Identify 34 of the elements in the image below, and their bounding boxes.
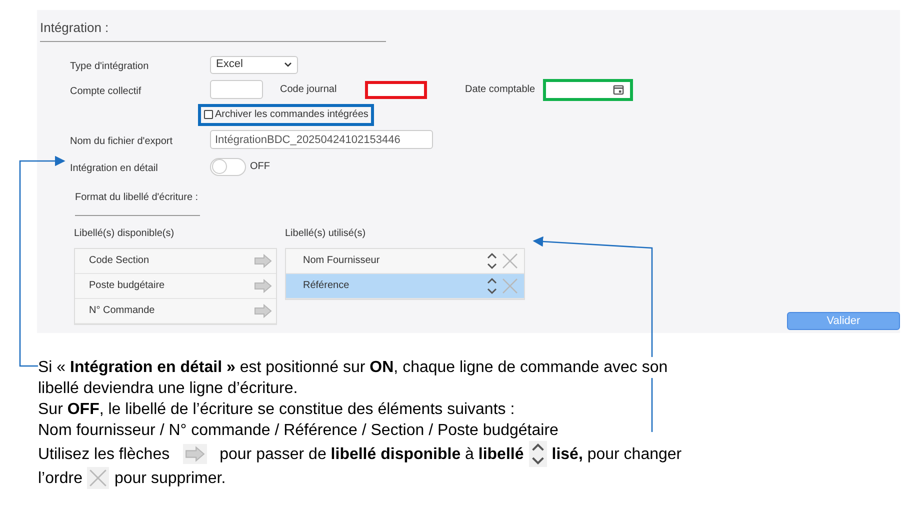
note-text: libellé deviendra une ligne d’écriture. — [38, 378, 298, 399]
chevron-down-icon — [284, 62, 292, 67]
arrow-right-icon — [254, 304, 272, 318]
field-label: Intégration en détail — [70, 162, 158, 174]
field-label: Date comptable — [465, 83, 536, 97]
note-text: Si « Intégration en détail » est positionné sur ON, chaque ligne de commande avec son — [38, 357, 668, 378]
up-down-icon[interactable] — [486, 250, 498, 270]
available-label-item[interactable]: Poste budgétaire — [75, 274, 276, 298]
field-label: Archiver les commandes intégrées — [215, 108, 368, 122]
checkbox[interactable] — [204, 110, 213, 119]
field-label: Compte collectif — [70, 86, 142, 96]
export-file-field[interactable]: IntégrationBDC_20250424102153446 — [210, 130, 433, 149]
type-select[interactable]: Excel — [210, 56, 298, 74]
up-down-icon[interactable] — [486, 276, 498, 296]
arrow-right-icon — [254, 254, 272, 268]
date-field[interactable] — [543, 78, 633, 100]
field-label: OFF — [250, 160, 270, 174]
field-label: Code journal — [280, 83, 338, 97]
code-journal-field[interactable] — [365, 80, 427, 98]
field-label: Type d'intégration — [70, 60, 149, 72]
section-title: Intégration : — [40, 18, 386, 42]
field-label: Format du libellé d'écriture : — [75, 192, 198, 202]
field-label: Libellé(s) disponible(s) — [74, 226, 176, 240]
compte-collectif-field[interactable] — [210, 80, 263, 99]
arrow-right-icon — [254, 278, 272, 292]
field-label: Nom du fichier d'export — [70, 136, 173, 146]
arrow-right-icon — [184, 446, 205, 462]
used-label-item[interactable]: Référence — [286, 274, 524, 298]
available-label-item[interactable]: Code Section — [75, 248, 276, 274]
toggle-switch[interactable] — [210, 158, 246, 176]
field-label: Libellé(s) utilisé(s) — [285, 226, 367, 240]
calendar-icon — [613, 84, 624, 95]
note-text: Nom fournisseur / N° commande / Référence / Section / Poste budgétaire — [38, 420, 558, 441]
available-label-item[interactable]: N° Commande — [75, 298, 276, 324]
